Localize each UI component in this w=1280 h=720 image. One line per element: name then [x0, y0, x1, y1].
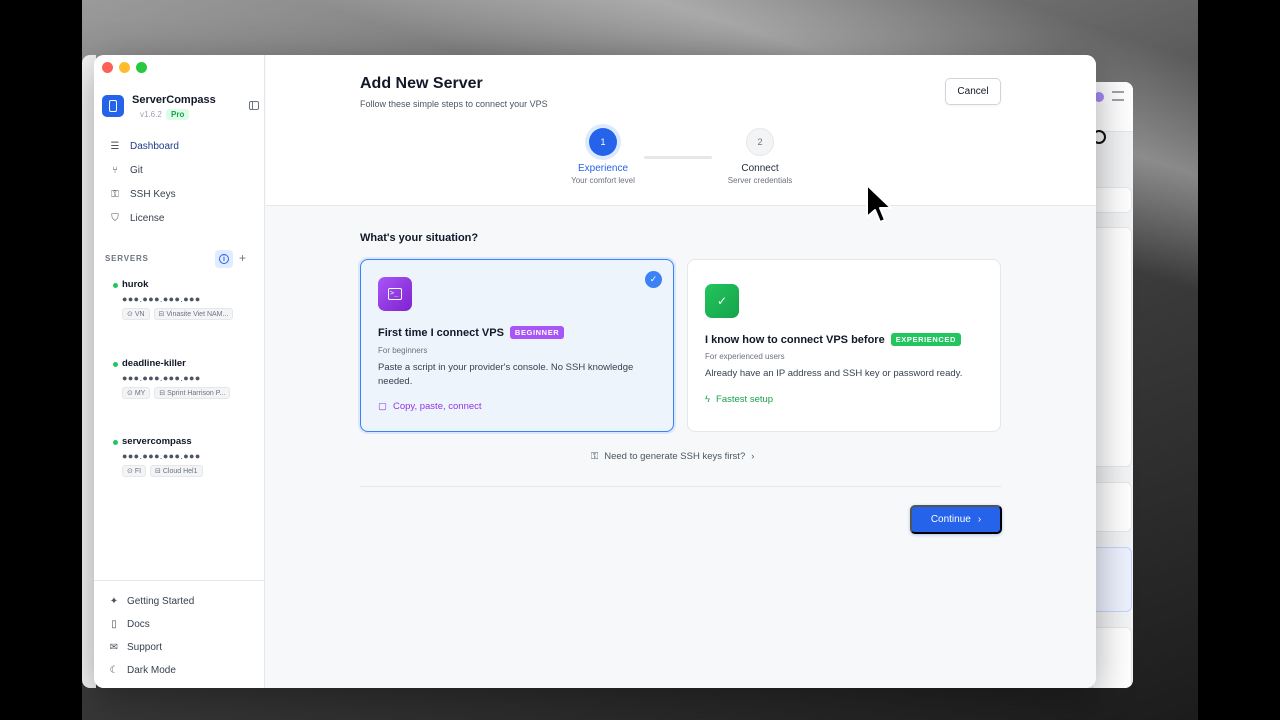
- clipboard-icon: ▢: [378, 401, 387, 412]
- generate-ssh-keys-link[interactable]: ⚿ Need to generate SSH keys first? ›: [591, 451, 754, 462]
- card-title: I know how to connect VPS before EXPERIE…: [705, 333, 962, 346]
- step-sub: Server credentials: [727, 176, 793, 185]
- card-description: Already have an IP address and SSH key o…: [705, 368, 963, 379]
- card-title: First time I connect VPS BEGINNER: [378, 326, 565, 339]
- sparkles-icon: ✦: [109, 596, 119, 607]
- sidebar-nav: ☰ Dashboard ⑂ Git ⚿ SSH Keys ⛉ License: [98, 134, 261, 230]
- continue-button[interactable]: Continue ›: [910, 505, 1002, 534]
- sidebar-footer: ✦ Getting Started ▯ Docs ✉ Support ☾ Dar…: [94, 580, 265, 682]
- app-name: ServerCompass: [132, 94, 216, 106]
- question-heading: What's your situation?: [360, 232, 479, 244]
- server-ip: ●●●.●●●.●●●.●●●: [122, 373, 201, 383]
- sidebar-item-dashboard[interactable]: ☰ Dashboard: [98, 134, 261, 158]
- status-online-icon: [113, 362, 118, 367]
- option-card-experienced[interactable]: ✓ I know how to connect VPS before EXPER…: [687, 259, 1001, 432]
- sidebar-item-label: Support: [127, 642, 163, 653]
- sidebar-collapse-icon[interactable]: [249, 101, 259, 110]
- step-label: Connect: [741, 163, 779, 174]
- server-location-tag: ⊙ FI: [122, 465, 147, 477]
- chevron-right-icon: ›: [751, 451, 755, 462]
- divider: [360, 486, 1001, 487]
- server-location-tag: ⊙ MY: [122, 387, 151, 399]
- app-version: v1.6.2: [140, 110, 162, 119]
- sidebar-item-label: License: [130, 212, 165, 224]
- wizard-header: Add New Server Follow these simple steps…: [266, 55, 1096, 206]
- sidebar-item-label: Docs: [127, 619, 150, 630]
- minimize-window-button[interactable]: [119, 62, 130, 73]
- app-logo-icon: [102, 95, 124, 117]
- plan-badge: Pro: [166, 109, 190, 120]
- server-item-hurok[interactable]: hurok ●●●.●●●.●●●.●●● ⊙ VN ⊟ Vinasite Vi…: [113, 279, 262, 320]
- status-online-icon: [113, 283, 118, 288]
- server-name: servercompass: [122, 436, 192, 447]
- maximize-window-button[interactable]: [136, 62, 147, 73]
- moon-icon: ☾: [109, 665, 119, 676]
- shield-icon: ⛉: [111, 212, 119, 224]
- step-number: 2: [746, 128, 774, 156]
- server-ip: ●●●.●●●.●●●.●●●: [122, 294, 201, 304]
- git-branch-icon: ⑂: [112, 164, 118, 176]
- terminal-icon: >_: [378, 277, 412, 311]
- step-connector: [644, 156, 712, 159]
- sidebar: ServerCompass v1.6.2 Pro ☰ Dashboard ⑂ G…: [94, 55, 265, 688]
- server-provider-tag: ⊟ Sprint Harrison P...: [154, 387, 231, 399]
- book-icon: ▯: [111, 619, 117, 630]
- sidebar-item-git[interactable]: ⑂ Git: [98, 158, 261, 182]
- server-location-tag: ⊙ VN: [122, 308, 150, 320]
- brand: ServerCompass v1.6.2 Pro: [102, 94, 259, 125]
- step-connect[interactable]: 2 Connect Server credentials: [716, 128, 804, 185]
- beginner-badge: BEGINNER: [509, 326, 565, 339]
- sidebar-item-label: Dashboard: [130, 140, 179, 152]
- add-server-button[interactable]: +: [239, 251, 246, 265]
- sidebar-item-dark-mode[interactable]: ☾ Dark Mode: [94, 659, 265, 682]
- status-online-icon: [113, 440, 118, 445]
- sidebar-item-license[interactable]: ⛉ License: [98, 206, 261, 230]
- chevron-right-icon: ›: [977, 514, 982, 525]
- card-description: Paste a script in your provider's consol…: [378, 362, 634, 387]
- servers-section-header: SERVERS i +: [105, 250, 255, 268]
- check-icon: ✓: [705, 284, 739, 318]
- sidebar-item-getting-started[interactable]: ✦ Getting Started: [94, 590, 265, 613]
- mail-icon: ✉: [109, 642, 119, 653]
- server-ip: ●●●.●●●.●●●.●●●: [122, 451, 201, 461]
- database-icon: ☰: [110, 140, 120, 152]
- lightning-icon: ϟ: [705, 394, 711, 405]
- servers-label: SERVERS: [105, 254, 149, 263]
- servers-info-button[interactable]: i: [215, 250, 233, 268]
- server-item-servercompass[interactable]: servercompass ●●●.●●●.●●●.●●● ⊙ FI ⊟ Clo…: [113, 436, 262, 477]
- key-icon: ⚿: [111, 188, 119, 200]
- server-provider-tag: ⊟ Vinasite Viet NAM...: [153, 308, 234, 320]
- step-number: 1: [589, 128, 617, 156]
- mouse-cursor-icon: [866, 184, 892, 223]
- sidebar-item-label: SSH Keys: [130, 188, 176, 200]
- card-feature: ϟ Fastest setup: [705, 394, 774, 405]
- sidebar-item-label: Git: [130, 164, 143, 176]
- window-controls: [102, 62, 147, 73]
- server-name: hurok: [122, 279, 149, 290]
- step-sub: Your comfort level: [571, 176, 635, 185]
- page-subtitle: Follow these simple steps to connect you…: [360, 99, 548, 109]
- key-icon: ⚿: [591, 451, 599, 462]
- sidebar-item-label: Getting Started: [127, 596, 195, 607]
- sidebar-item-support[interactable]: ✉ Support: [94, 636, 265, 659]
- sidebar-item-ssh-keys[interactable]: ⚿ SSH Keys: [98, 182, 261, 206]
- experienced-badge: EXPERIENCED: [890, 333, 962, 346]
- server-provider-tag: ⊟ Cloud Hel1: [150, 465, 203, 477]
- step-label: Experience: [577, 163, 629, 174]
- info-icon: i: [219, 254, 229, 264]
- server-name: deadline-killer: [122, 358, 186, 369]
- page-title: Add New Server: [360, 75, 483, 92]
- cancel-button[interactable]: Cancel: [945, 78, 1001, 105]
- close-window-button[interactable]: [102, 62, 113, 73]
- card-subtitle: For experienced users: [705, 352, 785, 361]
- step-experience[interactable]: 1 Experience Your comfort level: [559, 128, 647, 185]
- server-item-deadline-killer[interactable]: deadline-killer ●●●.●●●.●●●.●●● ⊙ MY ⊟ S…: [113, 358, 262, 399]
- option-card-beginner[interactable]: >_ ✓ First time I connect VPS BEGINNER F…: [360, 259, 674, 432]
- sidebar-item-docs[interactable]: ▯ Docs: [94, 613, 265, 636]
- sidebar-item-label: Dark Mode: [127, 665, 176, 676]
- card-subtitle: For beginners: [378, 346, 428, 355]
- card-feature: ▢ Copy, paste, connect: [378, 401, 482, 412]
- add-server-window: ServerCompass v1.6.2 Pro ☰ Dashboard ⑂ G…: [94, 55, 1096, 688]
- selected-check-icon: ✓: [645, 271, 662, 288]
